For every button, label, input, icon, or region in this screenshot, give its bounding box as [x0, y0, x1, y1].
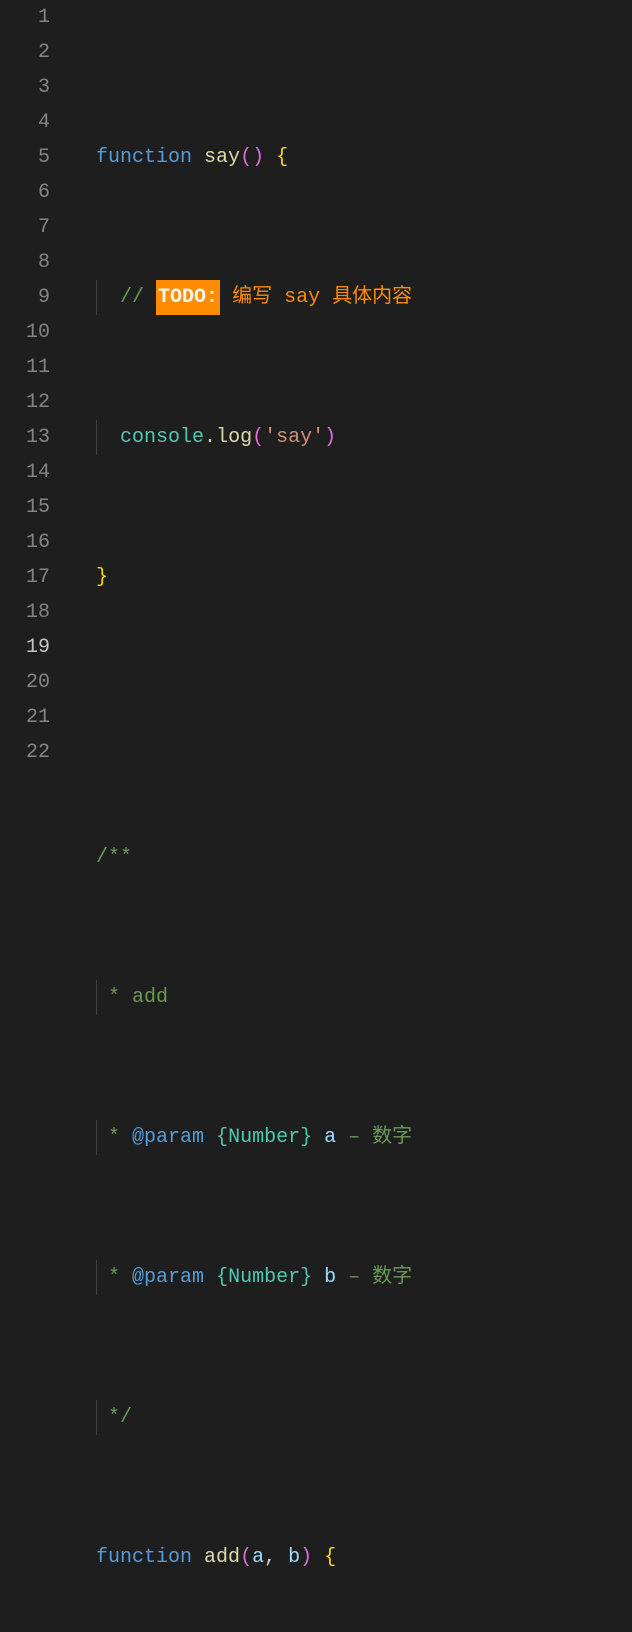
jsdoc-open: /**: [96, 840, 132, 875]
code-line[interactable]: /**: [72, 840, 632, 875]
line-number: 4: [0, 105, 50, 140]
param-a: a: [252, 1540, 264, 1575]
function-name: say: [204, 140, 240, 175]
line-number: 12: [0, 385, 50, 420]
line-number: 18: [0, 595, 50, 630]
comment-slashes: //: [120, 280, 156, 315]
line-number: 2: [0, 35, 50, 70]
jsdoc-type: {Number}: [216, 1260, 312, 1295]
string-literal: 'say': [264, 420, 324, 455]
line-number: 17: [0, 560, 50, 595]
jsdoc-text: add: [120, 980, 168, 1015]
todo-tag: TODO:: [156, 280, 220, 315]
code-line[interactable]: console.log('say'): [72, 420, 632, 455]
line-number: 10: [0, 315, 50, 350]
jsdoc-var: a: [324, 1120, 336, 1155]
jsdoc-close: */: [96, 1400, 132, 1435]
line-number: 11: [0, 350, 50, 385]
line-number: 15: [0, 490, 50, 525]
code-line[interactable]: */: [72, 1400, 632, 1435]
code-line[interactable]: function say() {: [72, 140, 632, 175]
code-editor[interactable]: 1 2 3 4 5 6 7 8 9 10 11 12 13 14 15 16 1…: [0, 0, 632, 1632]
line-number: 9: [0, 280, 50, 315]
keyword-function: function: [96, 140, 192, 175]
param-b: b: [288, 1540, 300, 1575]
jsdoc-var: b: [324, 1260, 336, 1295]
line-number: 6: [0, 175, 50, 210]
function-name: add: [204, 1540, 240, 1575]
line-number: 20: [0, 665, 50, 700]
line-number: 8: [0, 245, 50, 280]
code-line[interactable]: * @param {Number} a – 数字: [72, 1120, 632, 1155]
line-number: 19: [0, 630, 50, 665]
line-number: 7: [0, 210, 50, 245]
line-number: 16: [0, 525, 50, 560]
code-line[interactable]: * add: [72, 980, 632, 1015]
line-number: 14: [0, 455, 50, 490]
todo-comment-text: 编写 say 具体内容: [220, 280, 412, 315]
object-console: console: [120, 420, 204, 455]
jsdoc-param: @param: [132, 1120, 204, 1155]
line-number: 22: [0, 735, 50, 770]
line-number: 13: [0, 420, 50, 455]
keyword-function: function: [96, 1540, 192, 1575]
code-line[interactable]: // TODO: 编写 say 具体内容: [72, 280, 632, 315]
jsdoc-type: {Number}: [216, 1120, 312, 1155]
jsdoc-desc: – 数字: [336, 1120, 412, 1155]
code-line[interactable]: }: [72, 560, 632, 595]
code-line[interactable]: * @param {Number} b – 数字: [72, 1260, 632, 1295]
line-number: 1: [0, 0, 50, 35]
code-line[interactable]: [72, 700, 632, 735]
code-line[interactable]: function add(a, b) {: [72, 1540, 632, 1575]
code-area[interactable]: function say() { // TODO: 编写 say 具体内容 co…: [72, 0, 632, 1632]
line-number-gutter: 1 2 3 4 5 6 7 8 9 10 11 12 13 14 15 16 1…: [0, 0, 72, 1632]
line-number: 5: [0, 140, 50, 175]
method-log: log: [216, 420, 252, 455]
jsdoc-param: @param: [132, 1260, 204, 1295]
line-number: 21: [0, 700, 50, 735]
jsdoc-desc: – 数字: [336, 1260, 412, 1295]
line-number: 3: [0, 70, 50, 105]
